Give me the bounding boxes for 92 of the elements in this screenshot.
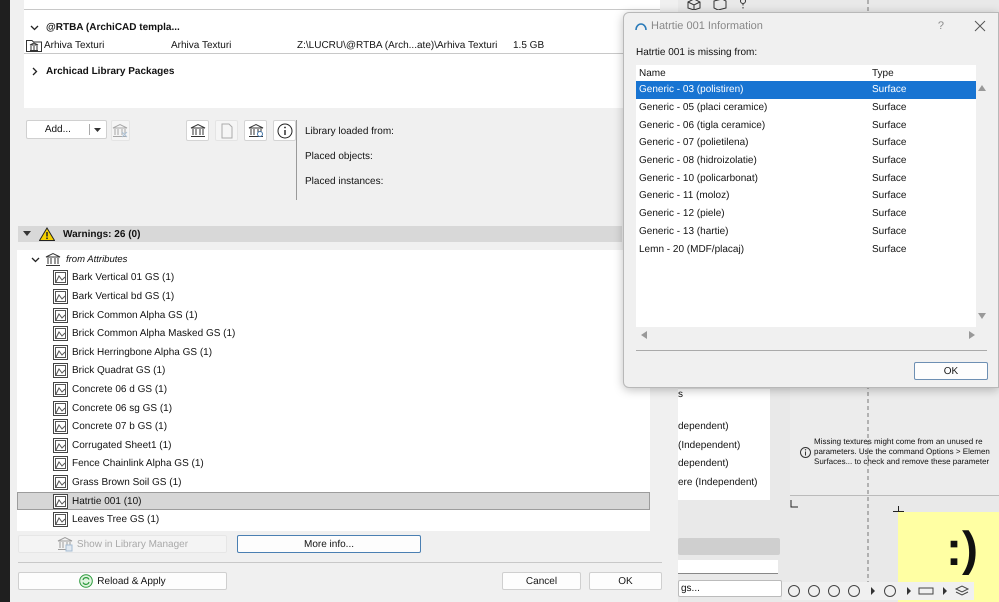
library-name[interactable]: Arhiva Texturi: [42, 40, 171, 50]
tree-item[interactable]: Brick Common Alpha Masked GS (1): [17, 324, 650, 343]
library-manager-icon: [56, 536, 73, 552]
tree-item[interactable]: Concrete 06 d GS (1): [17, 380, 650, 399]
pin-icon: [738, 0, 748, 10]
ok-button[interactable]: OK: [589, 572, 662, 590]
chevron-down-icon[interactable]: [30, 22, 39, 32]
tree-item[interactable]: Fence Chainlink Alpha GS (1): [17, 454, 650, 474]
cancel-button[interactable]: Cancel: [502, 572, 581, 590]
corner-mark-icon: [790, 500, 798, 508]
column-header[interactable]: Type: [869, 68, 894, 78]
tree-item[interactable]: Concrete 07 b GS (1): [17, 417, 650, 436]
section-title[interactable]: Archicad Library Packages: [46, 66, 174, 76]
refresh-icon: [79, 574, 94, 588]
tree-item[interactable]: Bark Vertical 01 GS (1): [17, 268, 650, 288]
tree-item[interactable]: from Attributes: [66, 254, 128, 265]
tree-item[interactable]: Brick Quadrat GS (1): [17, 362, 650, 380]
window-title: Hatrtie 001 Information: [651, 20, 764, 32]
texture-icon: [53, 270, 68, 286]
table-row[interactable]: Generic - 12 (piele) Surface: [636, 204, 976, 222]
close-icon: [974, 20, 986, 32]
table-row[interactable]: Generic - 07 (polietilena) Surface: [636, 134, 976, 152]
tree-item[interactable]: Hatrtie 001 (10): [17, 492, 650, 510]
table-row[interactable]: Generic - 10 (policarbonat) Surface: [636, 169, 976, 188]
note-text: :): [946, 522, 978, 578]
add-button[interactable]: Add...: [26, 120, 107, 139]
texture-icon: [53, 326, 68, 342]
input-field[interactable]: [678, 560, 778, 574]
library-button[interactable]: [186, 120, 209, 141]
texture-icon: [53, 344, 68, 360]
field-label: Library loaded from:: [305, 126, 394, 139]
library-icon: [190, 122, 206, 138]
info-icon: [276, 122, 292, 138]
table-row[interactable]: Lemn - 20 (MDF/placaj) Surface: [636, 240, 976, 258]
tree-item[interactable]: Grass Brown Soil GS (1): [17, 473, 650, 492]
chevron-right-icon[interactable]: [30, 66, 39, 76]
table-row[interactable]: Generic - 11 (moloz) Surface: [636, 187, 976, 205]
ok-button[interactable]: OK: [914, 362, 988, 380]
texture-icon: [53, 512, 68, 528]
tree-item[interactable]: Bark Vertical bd GS (1): [17, 287, 650, 306]
texture-icon: [53, 494, 68, 509]
table-row[interactable]: Generic - 08 (hidroizolatie) Surface: [636, 152, 976, 170]
document-icon: [218, 122, 234, 138]
field-label: Placed instances:: [305, 176, 384, 189]
section-title[interactable]: @RTBA (ArchiCAD templa...: [46, 22, 180, 32]
tree-item[interactable]: Concrete 06 sg GS (1): [17, 398, 650, 418]
input-field[interactable]: gs...: [678, 580, 782, 597]
panel-icon: [712, 0, 728, 10]
table-row[interactable]: Generic - 03 (polistiren) Surface: [636, 81, 976, 99]
library-search-button[interactable]: [244, 120, 267, 141]
list-item[interactable]: dependent): [678, 418, 770, 437]
info-icon: [800, 446, 811, 458]
texture-icon: [53, 419, 68, 434]
app-logo-icon: [635, 21, 647, 31]
list-item[interactable]: (Independent): [678, 436, 770, 456]
folder-building-icon: [26, 38, 42, 52]
cube-icon: [686, 0, 702, 10]
texture-icon: [53, 288, 68, 304]
tree-item[interactable]: Corrugated Sheet1 (1): [17, 436, 650, 455]
tree-item[interactable]: Leaves Tree GS (1): [17, 510, 650, 529]
note-text: Missing textures might come from an unused re parameters. Use the command Options > Elemen Surfaces... to check and remove these parameter: [814, 437, 991, 467]
more-info-button[interactable]: More info...: [237, 535, 421, 553]
building-icon: [45, 252, 61, 267]
reload-apply-button[interactable]: Reload & Apply: [18, 572, 227, 590]
table-row[interactable]: Generic - 05 (placi ceramice) Surface: [636, 98, 976, 116]
info-button[interactable]: [273, 120, 296, 141]
chevron-down-icon[interactable]: [31, 254, 40, 264]
texture-icon: [53, 382, 68, 397]
texture-icon: [53, 400, 68, 416]
library-size: 1.5 GB: [513, 40, 544, 50]
remove-library-icon: [112, 122, 128, 138]
texture-icon: [53, 363, 68, 378]
field-label: Placed objects:: [305, 151, 374, 164]
table-row[interactable]: Generic - 13 (hartie) Surface: [636, 222, 976, 240]
table-row[interactable]: Generic - 06 (tigla ceramice) Surface: [636, 116, 976, 134]
table-cell-text: Arhiva Texturi: [171, 40, 232, 50]
texture-icon: [53, 438, 68, 453]
column-header[interactable]: Name: [636, 68, 869, 78]
tree-item[interactable]: Brick Common Alpha GS (1): [17, 306, 650, 324]
list-item[interactable]: ere (Independent): [678, 474, 770, 492]
texture-icon: [53, 456, 68, 472]
warnings-header[interactable]: Warnings: 26 (0): [18, 226, 622, 242]
list-item[interactable]: dependent): [678, 455, 770, 474]
library-path: Z:\LUCRU\@RTBA (Arch...ate)\Arhiva Texturi: [297, 40, 498, 50]
message-text: Hatrtie 001 is missing from:: [636, 47, 758, 58]
dropdown-caret-icon: [94, 128, 102, 132]
list-item[interactable]: s: [678, 389, 770, 401]
texture-icon: [53, 308, 68, 323]
texture-icon: [53, 474, 68, 490]
warning-icon: [39, 227, 55, 241]
library-search-icon: [248, 122, 264, 138]
tree-item[interactable]: Brick Herringbone Alpha GS (1): [17, 342, 650, 362]
